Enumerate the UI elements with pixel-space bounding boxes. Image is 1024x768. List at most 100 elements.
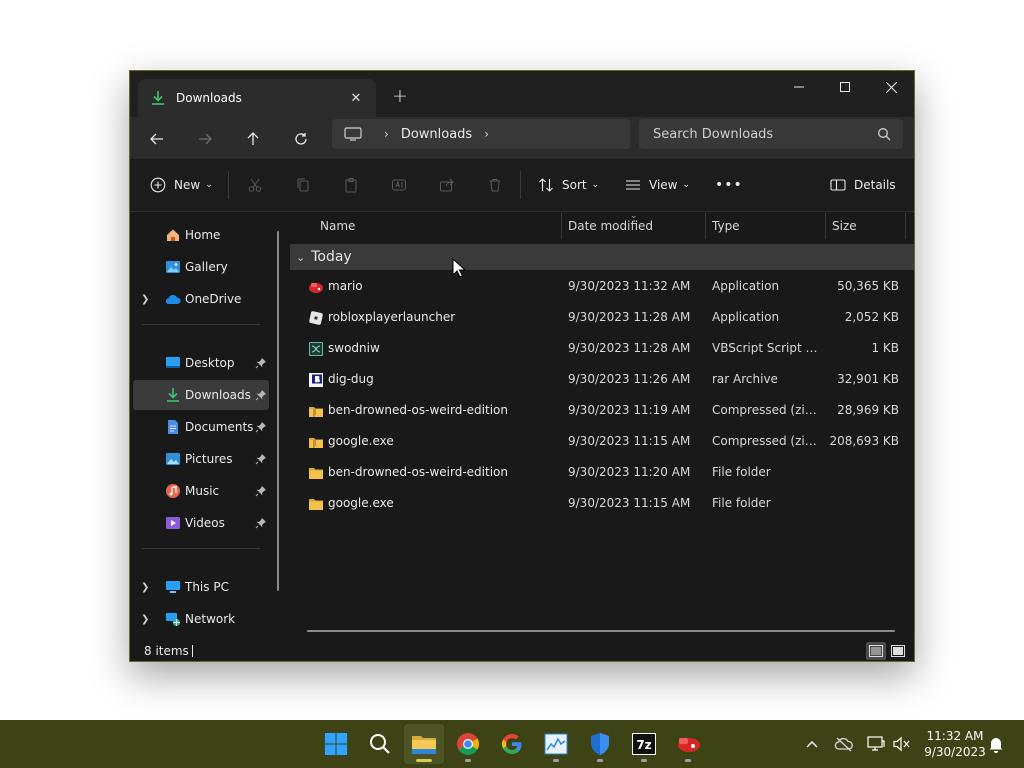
rename-button[interactable] bbox=[391, 172, 407, 198]
group-header-today[interactable]: ⌄ Today bbox=[290, 244, 914, 270]
file-date: 9/30/2023 11:15 AM bbox=[568, 434, 691, 448]
breadcrumb-downloads[interactable]: Downloads bbox=[401, 127, 472, 142]
home-icon bbox=[167, 229, 179, 241]
chevron-right-icon[interactable]: ❯ bbox=[141, 614, 149, 625]
sort-button[interactable]: Sort ⌄ bbox=[538, 172, 599, 198]
file-row[interactable]: mario 9/30/2023 11:32 AM Application 50,… bbox=[290, 271, 914, 302]
details-button[interactable]: Details bbox=[830, 172, 896, 198]
taskbar-mario[interactable] bbox=[668, 724, 708, 764]
chevron-down-icon[interactable]: ⌄ bbox=[296, 251, 305, 264]
pin-icon[interactable] bbox=[255, 389, 267, 401]
file-row[interactable]: robloxplayerlauncher 9/30/2023 11:28 AM … bbox=[290, 302, 914, 333]
column-divider[interactable] bbox=[561, 213, 562, 239]
sidebar-item-pictures[interactable]: Pictures bbox=[133, 444, 269, 474]
column-header-size[interactable]: Size bbox=[832, 213, 857, 239]
pin-icon[interactable] bbox=[255, 485, 267, 497]
tray-volume[interactable] bbox=[892, 734, 912, 754]
start-button[interactable] bbox=[316, 724, 356, 764]
command-bar: New ⌄ Sort ⌄ View ⌄ ••• Details bbox=[130, 159, 914, 212]
sidebar-item-desktop[interactable]: Desktop bbox=[133, 348, 269, 378]
sidebar-item-downloads[interactable]: Downloads bbox=[133, 380, 269, 410]
close-button[interactable] bbox=[868, 71, 914, 103]
more-options-icon[interactable]: ••• bbox=[715, 172, 743, 198]
sidebar-item-documents[interactable]: Documents bbox=[133, 412, 269, 442]
file-type: Compressed (zipped) Folder bbox=[712, 403, 822, 417]
system-clock[interactable]: 11:32 AM 9/30/2023 bbox=[924, 728, 986, 760]
new-button[interactable]: New ⌄ bbox=[150, 172, 213, 198]
search-placeholder: Search Downloads bbox=[653, 126, 774, 142]
toolbar-divider bbox=[228, 171, 229, 199]
file-type: Compressed (zipped) Folder bbox=[712, 434, 822, 448]
file-size: 28,969 KB bbox=[837, 403, 899, 417]
taskbar-search-button[interactable] bbox=[360, 724, 400, 764]
column-divider[interactable] bbox=[905, 213, 906, 239]
file-row[interactable]: dig-dug 9/30/2023 11:26 AM rar Archive 3… bbox=[290, 364, 914, 395]
details-view-button[interactable] bbox=[866, 642, 886, 660]
back-button[interactable] bbox=[141, 123, 173, 155]
search-input[interactable]: Search Downloads bbox=[639, 119, 903, 149]
file-row[interactable]: google.exe 9/30/2023 11:15 AM File folde… bbox=[290, 488, 914, 519]
cut-button[interactable] bbox=[247, 172, 263, 198]
status-divider bbox=[192, 645, 193, 657]
chevron-right-icon[interactable]: › bbox=[484, 127, 489, 141]
file-row[interactable]: swodniw 9/30/2023 11:28 AM VBScript Scri… bbox=[290, 333, 914, 364]
sidebar-item-gallery[interactable]: Gallery bbox=[133, 252, 269, 282]
copy-button[interactable] bbox=[295, 172, 311, 198]
maximize-button[interactable] bbox=[822, 71, 868, 103]
tab-close-icon[interactable]: ✕ bbox=[346, 88, 366, 108]
file-row[interactable]: ben-drowned-os-weird-edition 9/30/2023 1… bbox=[290, 395, 914, 426]
sidebar-scrollbar[interactable] bbox=[277, 231, 279, 591]
tab-downloads[interactable]: Downloads ✕ bbox=[138, 79, 376, 117]
chevron-right-icon[interactable]: ❯ bbox=[141, 582, 149, 593]
taskbar-chrome[interactable] bbox=[448, 724, 488, 764]
refresh-button[interactable] bbox=[285, 123, 317, 155]
chevron-right-icon[interactable]: › bbox=[384, 127, 389, 141]
sidebar-item-label: Gallery bbox=[185, 260, 228, 274]
view-button[interactable]: View ⌄ bbox=[625, 172, 690, 198]
tiles-view-button[interactable] bbox=[888, 642, 908, 660]
sidebar-item-home[interactable]: Home bbox=[133, 220, 269, 250]
minimize-button[interactable] bbox=[776, 71, 822, 103]
pin-icon[interactable] bbox=[255, 421, 267, 433]
forward-button[interactable] bbox=[189, 123, 221, 155]
pin-icon[interactable] bbox=[255, 517, 267, 529]
taskbar-file-explorer[interactable] bbox=[404, 724, 444, 764]
delete-button[interactable] bbox=[487, 172, 503, 198]
share-button[interactable] bbox=[439, 172, 455, 198]
pin-icon[interactable] bbox=[255, 453, 267, 465]
paste-button[interactable] bbox=[343, 172, 359, 198]
address-bar[interactable]: › Downloads › bbox=[332, 119, 630, 149]
tray-onedrive[interactable] bbox=[834, 734, 854, 754]
column-header-date[interactable]: Date modified bbox=[568, 213, 653, 239]
column-divider[interactable] bbox=[825, 213, 826, 239]
taskbar-google[interactable] bbox=[492, 724, 532, 764]
notifications-button[interactable] bbox=[986, 734, 1006, 754]
running-indicator bbox=[465, 759, 471, 762]
tray-network[interactable] bbox=[866, 734, 886, 754]
file-name: ben-drowned-os-weird-edition bbox=[328, 403, 508, 417]
list-view-icon bbox=[626, 180, 640, 190]
sidebar-item-network[interactable]: ❯ Network bbox=[133, 604, 269, 634]
show-hidden-icons-button[interactable] bbox=[802, 734, 822, 754]
horizontal-scrollbar[interactable] bbox=[307, 630, 895, 632]
chevron-right-icon[interactable]: ❯ bbox=[141, 294, 149, 305]
file-row[interactable]: google.exe 9/30/2023 11:15 AM Compressed… bbox=[290, 426, 914, 457]
trash-icon bbox=[489, 179, 501, 192]
file-size: 1 KB bbox=[871, 341, 899, 355]
taskbar-windows-security[interactable] bbox=[580, 724, 620, 764]
taskbar-task-manager[interactable] bbox=[536, 724, 576, 764]
pin-icon[interactable] bbox=[255, 357, 267, 369]
new-tab-button[interactable]: + bbox=[388, 84, 412, 108]
sidebar-item-videos[interactable]: Videos bbox=[133, 508, 269, 538]
windows-logo-icon bbox=[325, 733, 347, 755]
column-divider[interactable] bbox=[705, 213, 706, 239]
taskbar-7zip[interactable]: 7z bbox=[624, 724, 664, 764]
sidebar-item-this-pc[interactable]: ❯ This PC bbox=[133, 572, 269, 602]
column-header-name[interactable]: Name bbox=[320, 213, 355, 239]
sidebar-item-music[interactable]: Music bbox=[133, 476, 269, 506]
file-row[interactable]: ben-drowned-os-weird-edition 9/30/2023 1… bbox=[290, 457, 914, 488]
column-header-type[interactable]: Type bbox=[712, 213, 740, 239]
minimize-icon bbox=[794, 86, 804, 88]
up-button[interactable] bbox=[237, 123, 269, 155]
sidebar-item-onedrive[interactable]: ❯ OneDrive bbox=[133, 284, 269, 314]
